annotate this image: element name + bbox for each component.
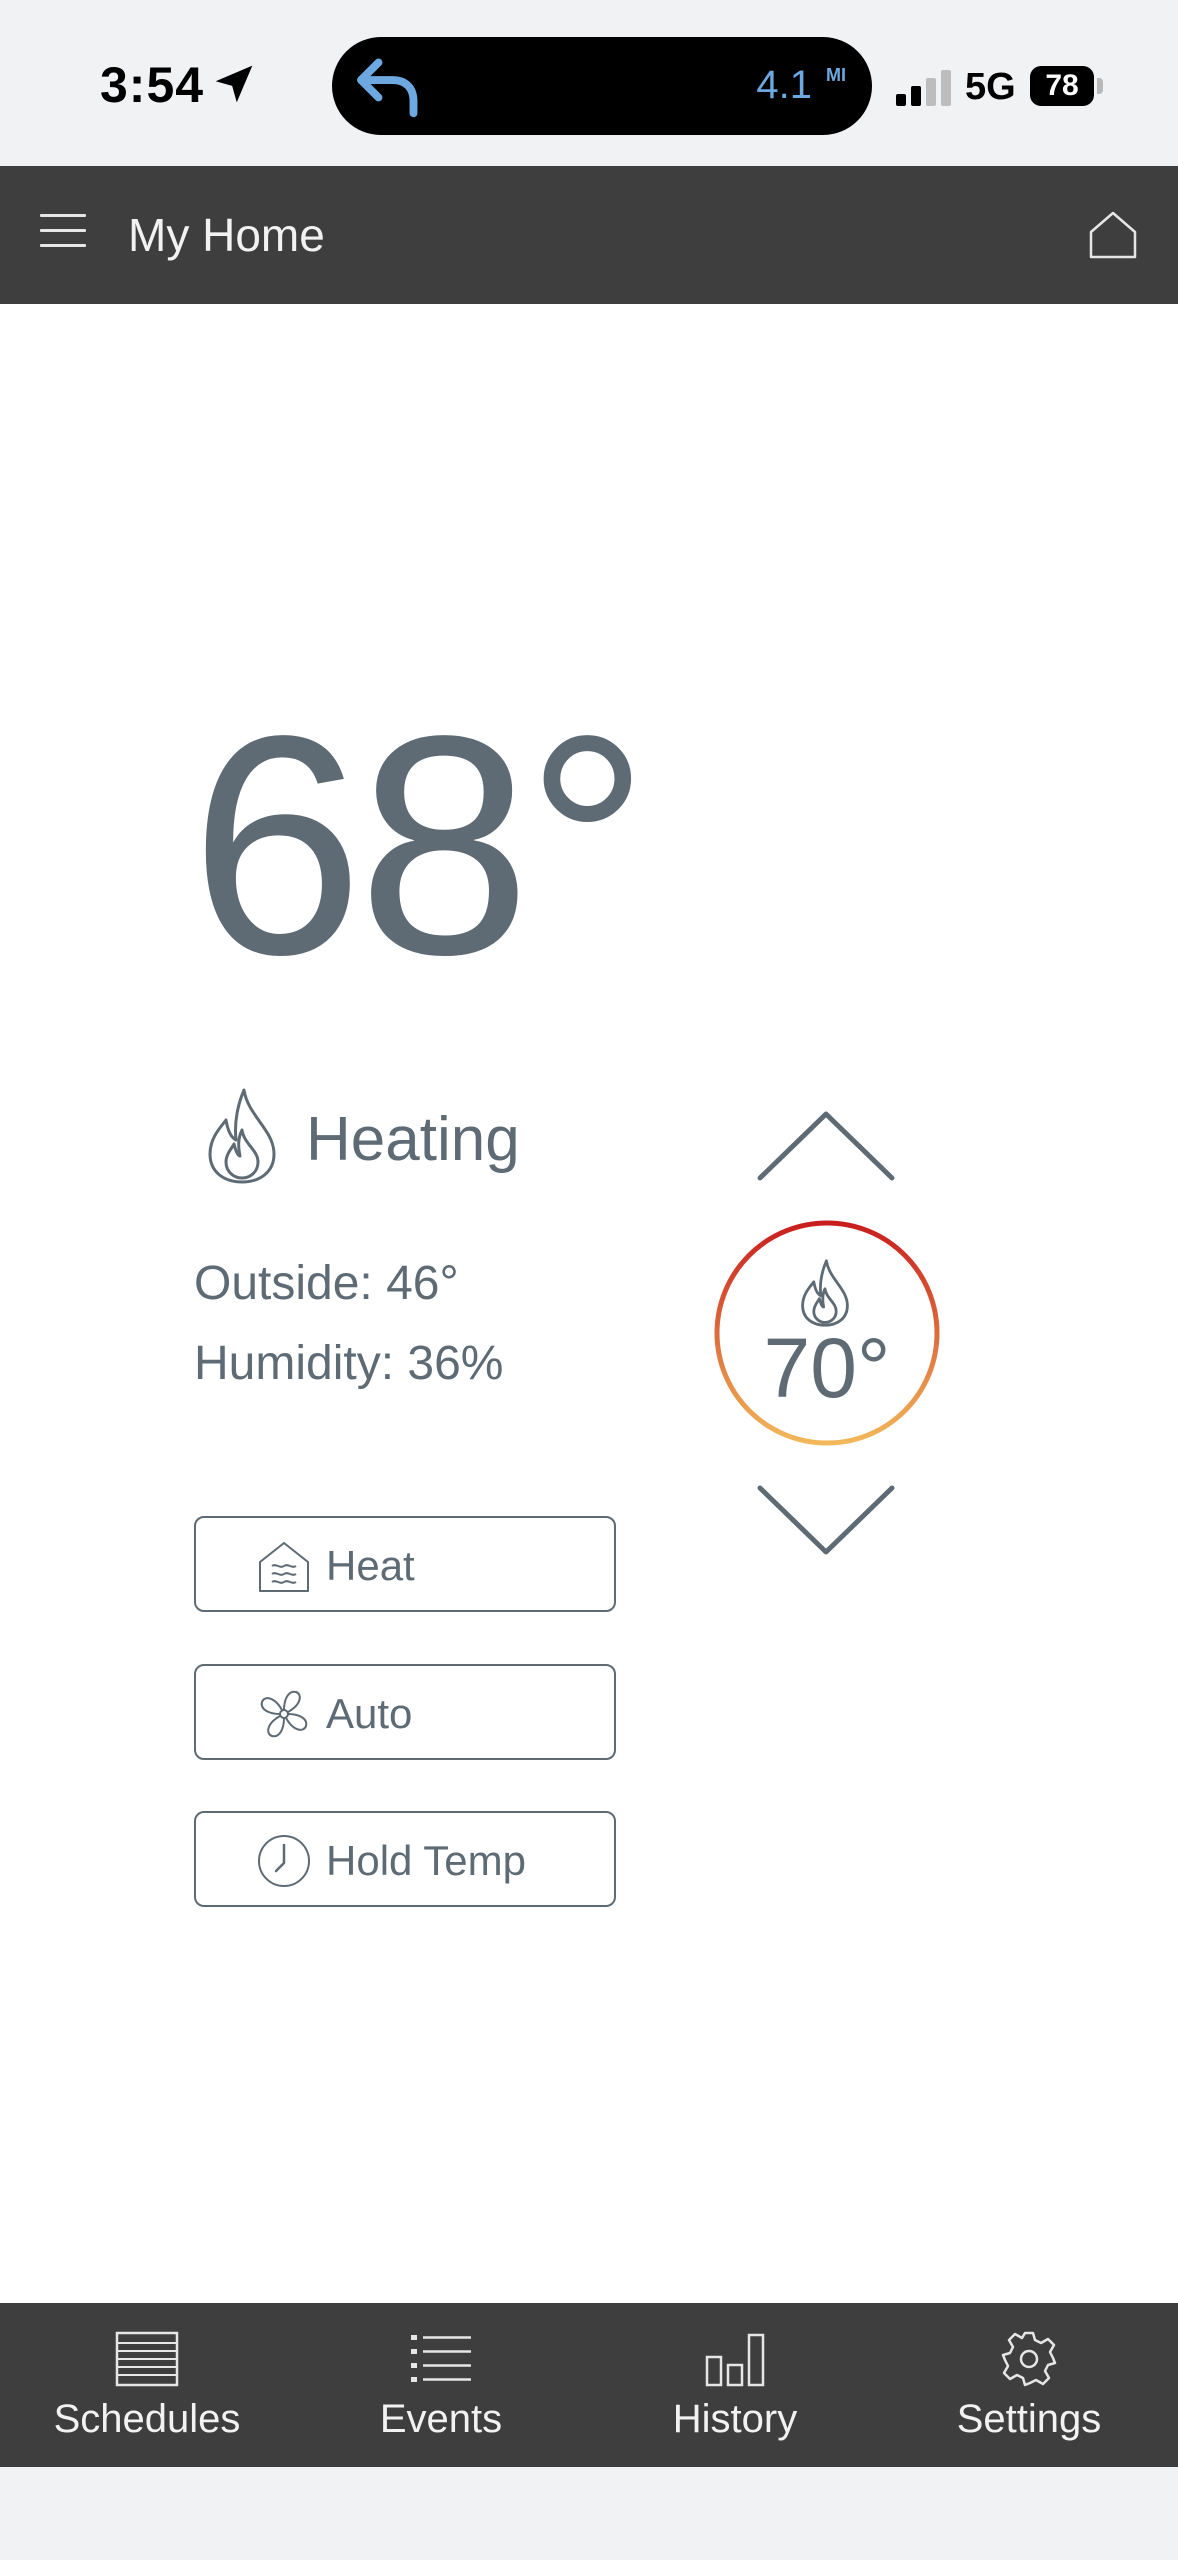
tab-events-label: Events [379, 2397, 503, 2441]
app-header: My Home [0, 166, 1178, 304]
bottom-tab-bar: Schedules Events History Settings [0, 2303, 1178, 2467]
clock-icon [258, 1835, 310, 1887]
temperature-up-button[interactable] [756, 1108, 896, 1184]
hold-temp-button[interactable]: Hold Temp [194, 1811, 616, 1907]
home-indicator-area [0, 2467, 1178, 2560]
heat-mode-button[interactable]: Heat [194, 1516, 616, 1612]
menu-button[interactable] [40, 214, 86, 256]
menu-icon-bar [40, 229, 86, 232]
schedules-icon [115, 2331, 179, 2387]
menu-icon-bar [40, 214, 86, 217]
dynamic-island[interactable]: 4.1 MI [332, 37, 872, 135]
house-heat-icon [259, 1542, 309, 1592]
tab-history-label: History [672, 2397, 798, 2441]
menu-icon-bar [40, 244, 86, 247]
battery-indicator: 78 [1030, 66, 1094, 106]
home-icon[interactable] [1088, 210, 1138, 260]
status-time: 3:54 [100, 57, 205, 113]
flame-icon [208, 1088, 276, 1184]
tab-settings-label: Settings [956, 2397, 1102, 2441]
mode-label: Heating [306, 1105, 520, 1174]
fan-mode-label: Auto [326, 1690, 413, 1737]
fan-mode-button[interactable]: Auto [194, 1664, 616, 1760]
tab-schedules-label: Schedules [53, 2397, 241, 2441]
navigation-turn-icon [357, 58, 418, 118]
tab-events[interactable]: Events [294, 2303, 588, 2467]
fan-icon [260, 1690, 308, 1738]
heat-mode-label: Heat [326, 1542, 415, 1589]
tab-settings[interactable]: Settings [882, 2303, 1176, 2467]
navigation-distance: 4.1 [756, 63, 812, 107]
battery-cap [1097, 78, 1103, 94]
network-type: 5G [965, 66, 1016, 108]
history-icon [705, 2333, 765, 2387]
outside-temperature: Outside: 46° [194, 1257, 459, 1310]
status-bar: 3:54 4.1 MI 5G 78 [0, 0, 1178, 166]
location-arrow-icon [215, 65, 253, 103]
tab-schedules[interactable]: Schedules [0, 2303, 294, 2467]
humidity-reading: Humidity: 36% [194, 1337, 504, 1390]
temperature-down-button[interactable] [756, 1482, 896, 1558]
settings-icon [1001, 2331, 1057, 2387]
tab-history[interactable]: History [588, 2303, 882, 2467]
setpoint-flame-icon [801, 1259, 849, 1327]
events-icon [411, 2335, 471, 2382]
current-temperature: 68° [190, 672, 650, 1020]
hold-temp-label: Hold Temp [326, 1837, 526, 1884]
page-title: My Home [128, 209, 325, 261]
cellular-signal-icon [896, 70, 951, 106]
navigation-distance-unit: MI [826, 65, 846, 85]
setpoint-temperature: 70° [763, 1321, 891, 1415]
